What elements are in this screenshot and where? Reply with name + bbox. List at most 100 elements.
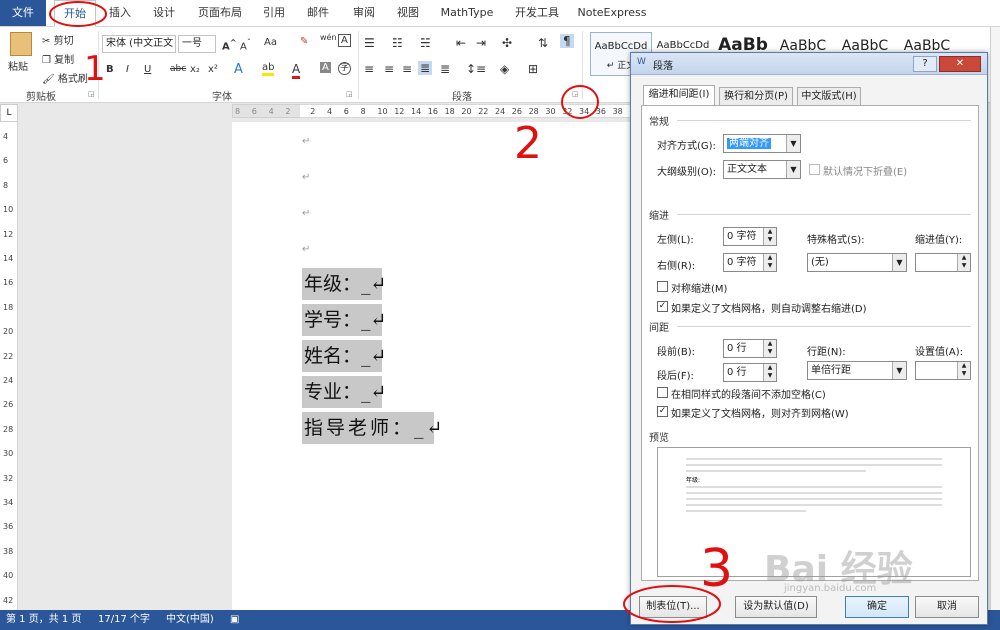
align-center-icon[interactable]: ≡	[384, 62, 394, 76]
spinner-arrows-icon[interactable]: ▲ ▼	[957, 254, 970, 271]
paste-button[interactable]: 粘贴	[8, 58, 28, 73]
field-name[interactable]: 姓名：_↵	[302, 340, 386, 372]
shrink-font-icon[interactable]: Aˇ	[240, 37, 251, 52]
spinner-arrows-icon[interactable]: ▲ ▼	[763, 364, 776, 381]
line-spacing-icon[interactable]: ↕≡	[466, 62, 486, 76]
vertical-ruler[interactable]: 4 6 8 10 12 14 16 18 20 22 24 26 28 30 32 34 36 38 40 42	[0, 122, 18, 610]
asian-layout-icon[interactable]: ✣	[502, 36, 512, 50]
justify-icon[interactable]: ≣	[418, 61, 433, 75]
snap-to-grid-checkbox[interactable]: ✓	[657, 406, 668, 417]
indent-by-spinner[interactable]: ▲ ▼	[915, 253, 971, 272]
show-marks-icon[interactable]: ¶	[560, 34, 574, 48]
help-button[interactable]: ?	[913, 56, 937, 72]
enclose-char-icon[interactable]: 字	[338, 62, 351, 75]
space-after-spinner[interactable]: 0 行 ▲ ▼	[723, 363, 777, 382]
tab-selector-icon[interactable]: L	[0, 104, 18, 122]
paste-icon[interactable]	[10, 32, 32, 56]
shading-icon[interactable]: ◈	[500, 62, 509, 76]
superscript-button[interactable]: x²	[208, 64, 218, 75]
italic-button[interactable]: I	[126, 64, 129, 75]
numbering-icon[interactable]: ☷	[392, 36, 403, 50]
font-name-combo[interactable]: 宋体 (中文正文	[102, 35, 176, 53]
macro-record-icon[interactable]: ▣	[230, 610, 239, 630]
right-indent-spinner[interactable]: 0 字符 ▲ ▼	[723, 253, 777, 272]
dialog-titlebar[interactable]: W 段落 ? ✕	[631, 53, 987, 75]
no-space-same-style-checkbox[interactable]	[657, 387, 668, 398]
special-indent-select[interactable]: (无) ▼	[807, 253, 907, 272]
highlight-icon[interactable]: ab	[262, 62, 275, 76]
tab-asian-typography[interactable]: 中文版式(H)	[797, 87, 861, 105]
copy-button[interactable]: ❐ 复制	[42, 51, 74, 66]
left-indent-spinner[interactable]: 0 字符 ▲ ▼	[723, 227, 777, 246]
format-painter-button[interactable]: 🖌 格式刷	[42, 70, 88, 85]
tab-noteexpress[interactable]: NoteExpress	[576, 0, 648, 26]
clear-format-icon[interactable]: ✎	[300, 36, 308, 47]
document-page[interactable]	[232, 122, 632, 610]
auto-right-indent-checkbox[interactable]: ✓	[657, 301, 668, 312]
tab-indents-spacing[interactable]: 缩进和间距(I)	[643, 85, 715, 105]
char-border-button[interactable]: A	[338, 34, 351, 47]
tab-insert[interactable]: 插入	[104, 0, 136, 26]
spinner-arrows-icon[interactable]: ▲ ▼	[957, 362, 970, 379]
line-spacing-select[interactable]: 单倍行距 ▼	[807, 361, 907, 380]
status-page[interactable]: 第 1 页，共 1 页	[6, 610, 81, 630]
tab-mailings[interactable]: 邮件	[302, 0, 334, 26]
grow-font-icon[interactable]: A^	[222, 37, 237, 52]
subscript-button[interactable]: x₂	[190, 64, 200, 75]
section-divider	[677, 214, 971, 215]
tab-page-layout[interactable]: 页面布局	[194, 0, 246, 26]
font-color-icon[interactable]: A	[292, 62, 301, 79]
tab-references[interactable]: 引用	[258, 0, 290, 26]
font-launcher-icon[interactable]: ◲	[346, 90, 353, 98]
field-student-id[interactable]: 学号：_↵	[302, 304, 386, 336]
alignment-select[interactable]: 两端对齐 ▼	[723, 134, 801, 153]
outline-level-select[interactable]: 正文文本 ▼	[723, 160, 801, 179]
increase-indent-icon[interactable]: ⇥	[476, 36, 486, 50]
space-before-spinner[interactable]: 0 行 ▲ ▼	[723, 339, 777, 358]
cut-button[interactable]: ✂ 剪切	[42, 32, 74, 47]
field-grade[interactable]: 年级：_↵	[302, 268, 386, 300]
status-language[interactable]: 中文(中国)	[166, 610, 214, 630]
paragraph-launcher-icon[interactable]: ◲	[572, 90, 579, 98]
tab-line-page-breaks[interactable]: 换行和分页(P)	[719, 87, 793, 105]
spinner-arrows-icon[interactable]: ▲ ▼	[763, 254, 776, 271]
strikethrough-button[interactable]: abc	[170, 64, 186, 74]
ok-button[interactable]: 确定	[845, 596, 909, 618]
change-case-button[interactable]: Aa	[264, 37, 277, 48]
collapse-checkbox[interactable]	[809, 164, 820, 175]
spinner-arrows-icon[interactable]: ▲ ▼	[763, 340, 776, 357]
char-shading-icon[interactable]: A	[320, 62, 331, 73]
cancel-button[interactable]: 取消	[915, 596, 979, 618]
clipboard-launcher-icon[interactable]: ◲	[88, 90, 95, 98]
borders-icon[interactable]: ⊞	[528, 62, 538, 76]
text-effects-icon[interactable]: A	[234, 62, 243, 77]
align-right-icon[interactable]: ≡	[402, 62, 412, 76]
field-advisor[interactable]: 指导老师：_↵	[302, 412, 442, 444]
tab-file[interactable]: 文件	[0, 0, 46, 26]
font-size-combo[interactable]: 一号	[178, 35, 216, 53]
multilevel-list-icon[interactable]: ☵	[420, 36, 431, 50]
align-left-icon[interactable]: ≡	[364, 62, 374, 76]
distributed-icon[interactable]: ≣	[440, 62, 450, 76]
bold-button[interactable]: B	[106, 64, 114, 75]
bullets-icon[interactable]: ☰	[364, 36, 375, 50]
tab-developer[interactable]: 开发工具	[508, 0, 566, 26]
tab-review[interactable]: 审阅	[348, 0, 380, 26]
group-divider	[582, 31, 583, 99]
decrease-indent-icon[interactable]: ⇤	[456, 36, 466, 50]
tab-home[interactable]: 开始	[54, 0, 96, 27]
set-default-button[interactable]: 设为默认值(D)	[735, 596, 817, 618]
close-button[interactable]: ✕	[939, 56, 981, 72]
tabs-button[interactable]: 制表位(T)...	[639, 596, 707, 618]
underline-button[interactable]: U	[144, 64, 151, 75]
tab-mathtype[interactable]: MathType	[438, 0, 496, 26]
spacing-at-spinner[interactable]: ▲ ▼	[915, 361, 971, 380]
spinner-arrows-icon[interactable]: ▲ ▼	[763, 228, 776, 245]
phonetic-guide-button[interactable]: wén	[320, 33, 337, 42]
tab-design[interactable]: 设计	[148, 0, 180, 26]
field-major[interactable]: 专业：_↵	[302, 376, 386, 408]
sort-icon[interactable]: ⇅	[538, 36, 548, 50]
status-word-count[interactable]: 17/17 个字	[98, 610, 150, 630]
mirror-indent-checkbox[interactable]	[657, 281, 668, 292]
tab-view[interactable]: 视图	[392, 0, 424, 26]
